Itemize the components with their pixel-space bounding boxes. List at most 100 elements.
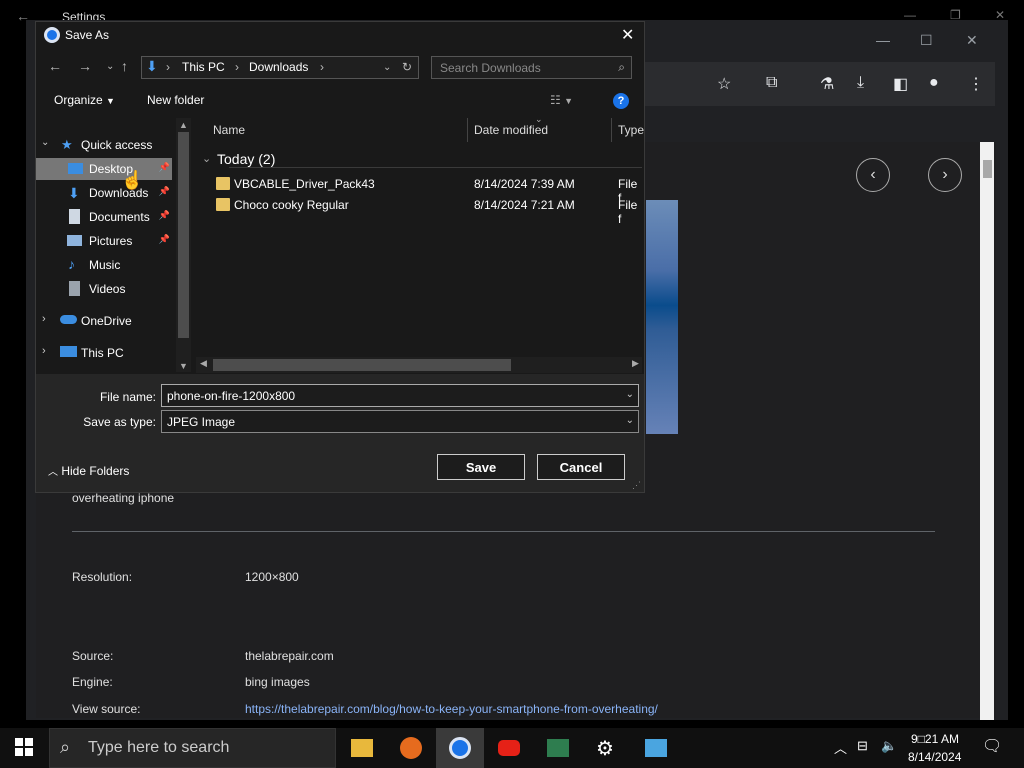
star-icon: ★ [61,137,73,152]
nav-item-music[interactable]: ♪ Music [36,254,172,276]
chevron-down-icon[interactable]: ⌄ [626,415,634,426]
breadcrumb-sep-icon: › [166,60,170,74]
media-app-icon[interactable] [547,739,569,757]
view-options-icon[interactable]: ☷ ▼ [550,93,573,107]
tray-chevron-icon[interactable]: ︿ [834,738,847,757]
hscroll-thumb[interactable] [213,359,511,371]
nav-item-desktop[interactable]: Desktop 📌 [36,158,172,180]
bookmark-star-icon[interactable]: ☆ [717,74,731,94]
expand-chevron-icon[interactable]: ⌄ [41,137,49,148]
scroll-up-icon[interactable]: ▲ [179,120,188,130]
group-header-today[interactable]: Today (2) [217,151,275,167]
organize-menu[interactable]: Organize ▼ [54,93,115,107]
browser-close-icon[interactable]: ✕ [966,32,978,49]
column-separator[interactable] [467,118,468,142]
windows-start-icon[interactable] [15,738,33,756]
folder-icon [216,198,230,211]
address-dropdown-icon[interactable]: ⌄ [383,62,391,73]
side-panel-icon[interactable]: ◧ [893,74,908,94]
file-row[interactable]: VBCABLE_Driver_Pack43 8/14/2024 7:39 AM … [196,174,642,205]
breadcrumb-downloads[interactable]: Downloads [249,60,308,74]
resolution-value: 1200×800 [245,570,299,584]
file-name-input[interactable]: phone-on-fire-1200x800 ⌄ [161,384,639,407]
recent-locations-icon[interactable]: ⌄ [106,61,114,72]
column-name[interactable]: Name [213,123,245,137]
group-divider [229,167,642,168]
volume-icon[interactable]: 🔈 [881,738,897,754]
breadcrumb-this-pc[interactable]: This PC [182,60,225,74]
scroll-right-icon[interactable]: ▶ [632,358,639,369]
source-label: Source: [72,649,114,663]
file-name: Choco cooky Regular [234,198,349,212]
hide-folders-label: Hide Folders [61,464,130,478]
forward-icon[interactable]: → [78,58,92,74]
control-panel-icon[interactable] [645,739,667,757]
settings-gear-icon[interactable]: ⚙ [596,736,614,761]
nav-item-videos[interactable]: Videos [36,278,172,300]
file-date: 8/14/2024 7:39 AM [474,177,575,191]
nav-item-downloads[interactable]: ⬇ Downloads 📌 [36,182,172,204]
taskbar-search-placeholder: Type here to search [88,739,230,756]
column-date-modified[interactable]: Date modified [474,123,548,137]
nav-item-pictures[interactable]: Pictures 📌 [36,230,172,252]
nav-label: Music [89,258,121,272]
new-folder-button[interactable]: New folder [147,93,204,107]
nav-item-documents[interactable]: Documents 📌 [36,206,172,228]
expand-chevron-icon[interactable]: › [42,345,46,357]
breadcrumb-sep-icon: › [320,60,324,74]
labs-flask-icon[interactable]: ⚗ [820,74,834,94]
chrome-icon[interactable] [449,737,471,759]
previous-image-button[interactable]: ‹ [856,158,890,192]
computer-icon [60,346,77,357]
save-button[interactable]: Save [437,454,525,480]
save-type-select[interactable]: JPEG Image ⌄ [161,410,639,433]
browser-minimize-icon[interactable]: — [876,32,890,48]
scroll-down-icon[interactable]: ▼ [179,361,188,371]
network-icon[interactable]: ⊟ [857,738,868,754]
column-separator[interactable] [611,118,612,142]
search-icon: ⌕ [618,60,625,74]
resize-grip-icon[interactable]: ⋰ [632,480,641,491]
pin-icon: 📌 [158,186,170,196]
nav-item-quick-access[interactable]: ⌄ ★ Quick access [36,134,172,156]
expand-chevron-icon[interactable]: › [42,313,46,325]
youtube-icon[interactable] [498,740,520,756]
up-icon[interactable]: ↑ [121,58,128,74]
file-explorer-icon[interactable] [351,739,373,757]
videos-icon [69,281,80,296]
menu-dots-icon[interactable]: ⋮ [968,74,984,94]
cloud-icon [60,315,77,324]
taskbar-search-box[interactable]: ⌕ Type here to search [49,728,336,768]
help-icon[interactable]: ? [613,93,629,109]
chevron-down-icon[interactable]: ⌄ [626,389,634,400]
cancel-button[interactable]: Cancel [537,454,625,480]
scroll-left-icon[interactable]: ◀ [200,358,207,369]
nav-item-this-pc[interactable]: › This PC [36,342,172,364]
page-scrollbar[interactable] [980,142,994,720]
file-name-value: phone-on-fire-1200x800 [167,389,296,403]
hide-folders-toggle[interactable]: ︿ Hide Folders [48,463,129,478]
column-type[interactable]: Type [618,123,644,137]
extensions-icon[interactable]: ⧉ [766,74,777,92]
nav-scroll-thumb[interactable] [178,132,189,338]
browser-maximize-icon[interactable]: ☐ [920,32,933,49]
document-icon [69,209,80,224]
next-image-button[interactable]: › [928,158,962,192]
nav-label: OneDrive [81,314,132,328]
profile-icon[interactable]: ● [929,74,939,92]
view-source-link[interactable]: https://thelabrepair.com/blog/how-to-kee… [245,702,658,716]
clock-date[interactable]: 8/14/2024 [908,750,961,764]
page-scroll-thumb[interactable] [983,160,992,178]
search-downloads-input[interactable]: Search Downloads ⌕ [431,56,632,79]
notifications-icon[interactable]: 🗨 [982,736,1002,756]
dialog-close-icon[interactable]: ✕ [621,25,634,45]
dialog-title: Save As [65,28,110,42]
group-collapse-icon[interactable]: ⌄ [202,152,211,165]
firefox-icon[interactable] [400,737,422,759]
clock-time[interactable]: 9□21 AM [911,732,959,746]
download-icon[interactable]: ⤓ [857,74,864,92]
back-icon[interactable]: ← [48,58,62,74]
file-row[interactable]: Choco cooky Regular 8/14/2024 7:21 AM Fi… [196,195,642,226]
refresh-icon[interactable]: ↻ [402,60,412,74]
nav-item-onedrive[interactable]: › OneDrive [36,310,172,332]
